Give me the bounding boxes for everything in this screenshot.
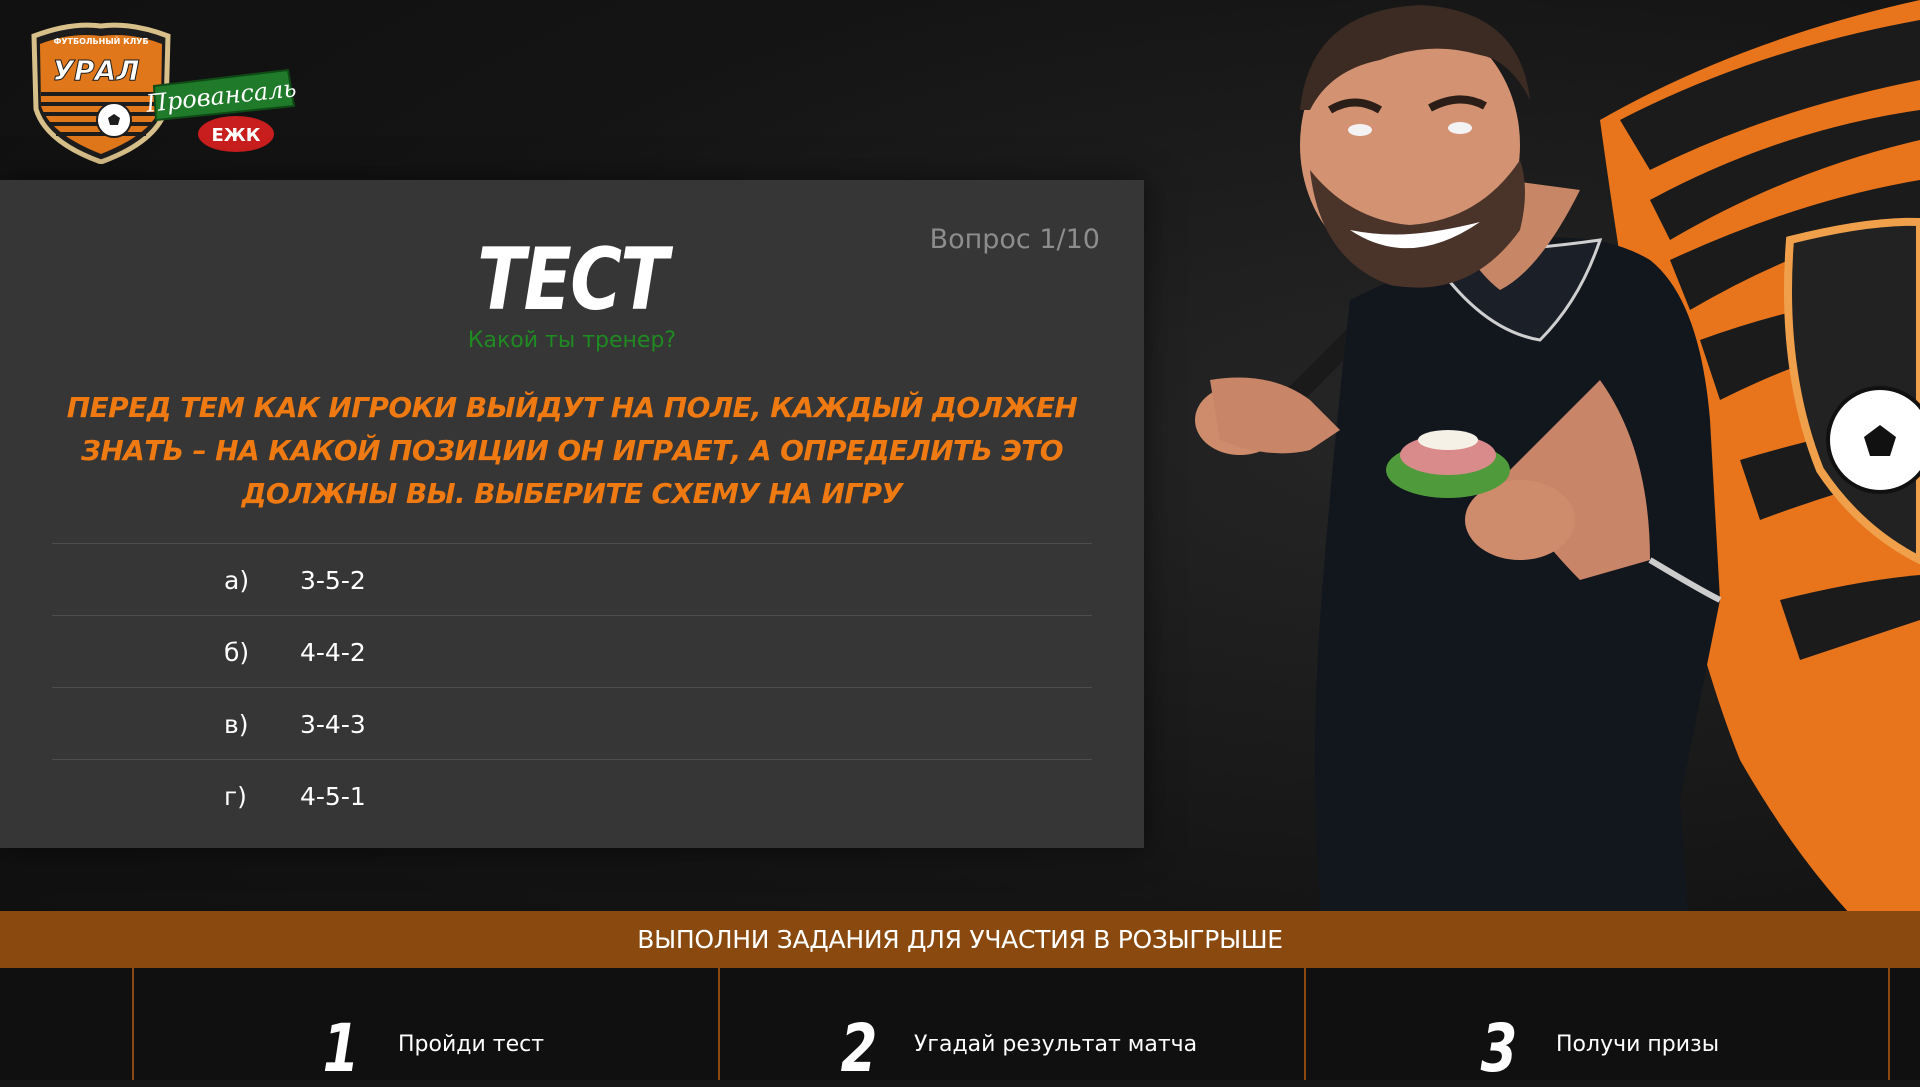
- step-divider: [1888, 968, 1890, 1080]
- quiz-subtitle: Какой ты тренер?: [467, 328, 677, 353]
- answer-option-c[interactable]: в) 3-4-3: [52, 687, 1092, 759]
- answer-value: 3-4-3: [300, 710, 366, 739]
- steps-bar: 1 Пройди тест 2 Угадай результат матча 3…: [0, 968, 1920, 1087]
- step-number: 3: [1480, 1010, 1518, 1087]
- answer-letter: а): [224, 566, 250, 595]
- answer-option-b[interactable]: б) 4-4-2: [52, 615, 1092, 687]
- logo-club-name: УРАЛ: [52, 54, 139, 87]
- tasks-banner: ВЫПОЛНИ ЗАДАНИЯ ДЛЯ УЧАСТИЯ В РОЗЫГРЫШЕ: [0, 911, 1920, 968]
- question-counter: Вопрос 1/10: [929, 224, 1100, 255]
- quiz-title: ТЕСТ: [477, 230, 668, 330]
- club-logo[interactable]: ФУТБОЛЬНЫЙ КЛУБ УРАЛ Провансаль ЕЖК: [26, 14, 296, 164]
- step-label: Пройди тест: [398, 1032, 545, 1057]
- logo-club-top: ФУТБОЛЬНЫЙ КЛУБ: [53, 35, 148, 46]
- answer-list: а) 3-5-2 б) 4-4-2 в) 3-4-3 г) 4-5-1: [52, 543, 1092, 831]
- quiz-panel: ТЕСТ Вопрос 1/10 Какой ты тренер? Перед …: [0, 180, 1144, 848]
- step-number: 2: [840, 1010, 878, 1087]
- step-label: Угадай результат матча: [914, 1032, 1198, 1057]
- answer-option-a[interactable]: а) 3-5-2: [52, 543, 1092, 615]
- logo-sponsor-badge: ЕЖК: [211, 125, 260, 146]
- step-number: 1: [322, 1010, 360, 1087]
- answer-value: 3-5-2: [300, 566, 366, 595]
- answer-option-d[interactable]: г) 4-5-1: [52, 759, 1092, 831]
- answer-value: 4-5-1: [300, 782, 366, 811]
- answer-letter: в): [224, 710, 249, 739]
- answer-letter: г): [224, 782, 247, 811]
- answer-letter: б): [224, 638, 250, 667]
- step-label: Получи призы: [1556, 1032, 1720, 1057]
- question-text: Перед тем как игроки выйдут на поле, каж…: [66, 391, 1078, 510]
- step-take-test[interactable]: 1 Пройди тест: [132, 968, 718, 1087]
- step-get-prizes[interactable]: 3 Получи призы: [1304, 968, 1888, 1087]
- step-guess-result[interactable]: 2 Угадай результат матча: [718, 968, 1304, 1087]
- answer-value: 4-4-2: [300, 638, 366, 667]
